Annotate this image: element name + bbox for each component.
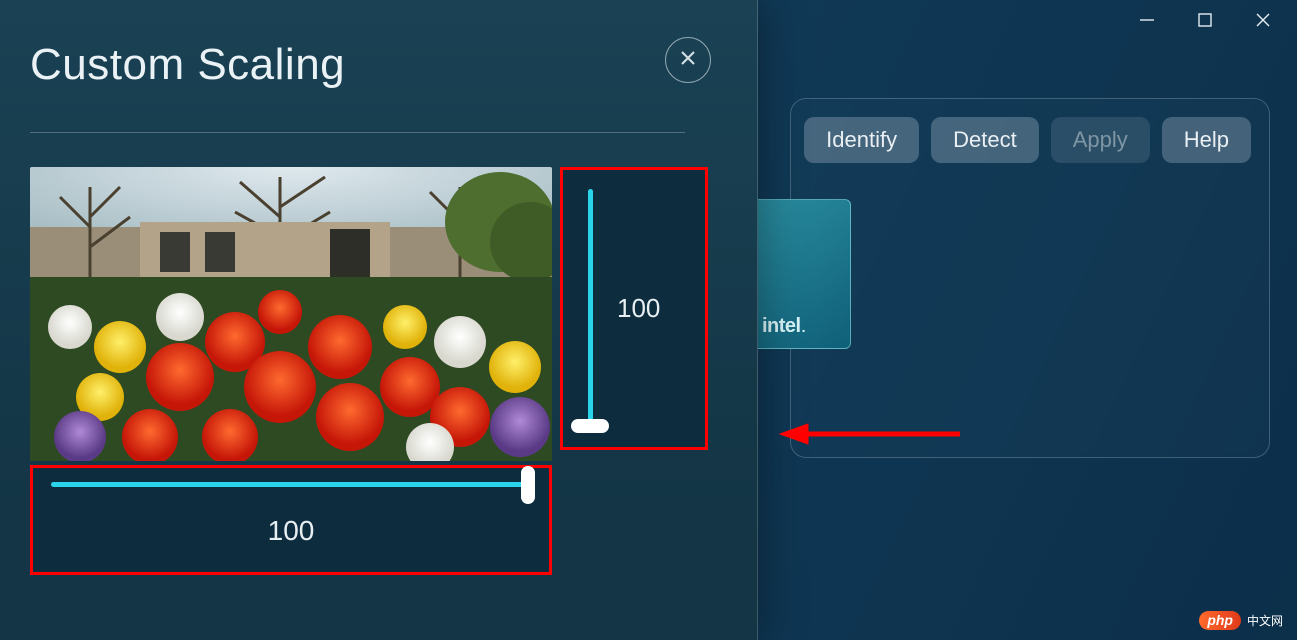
help-button[interactable]: Help <box>1162 117 1251 163</box>
watermark: php 中文网 <box>1199 611 1283 630</box>
vertical-slider[interactable] <box>563 170 617 447</box>
horizontal-scaling-value: 100 <box>268 515 315 547</box>
modal-close-button[interactable] <box>665 37 711 83</box>
custom-scaling-modal: Custom Scaling <box>0 0 758 640</box>
horizontal-slider[interactable] <box>51 482 531 487</box>
horizontal-slider-thumb[interactable] <box>521 466 535 504</box>
toolbar: Identify Detect Apply Help <box>804 117 1251 163</box>
detect-button[interactable]: Detect <box>931 117 1039 163</box>
annotation-arrow-icon <box>780 422 960 446</box>
window-controls <box>1137 0 1297 30</box>
window-close-button[interactable] <box>1253 10 1273 30</box>
scaling-preview-image <box>30 167 552 461</box>
minimize-button[interactable] <box>1137 10 1157 30</box>
watermark-text: 中文网 <box>1247 612 1283 629</box>
watermark-brand: php <box>1199 611 1241 630</box>
modal-header: Custom Scaling <box>30 40 685 133</box>
close-icon <box>679 49 697 72</box>
identify-button[interactable]: Identify <box>804 117 919 163</box>
apply-button: Apply <box>1051 117 1150 163</box>
intel-logo: intel <box>762 315 805 338</box>
display-tile[interactable]: intel <box>751 199 851 349</box>
vertical-scaling-value: 100 <box>617 293 660 324</box>
maximize-button[interactable] <box>1195 10 1215 30</box>
vertical-slider-thumb[interactable] <box>571 419 609 433</box>
vertical-scaling-box: 100 <box>560 167 708 450</box>
horizontal-scaling-box: 100 <box>30 465 552 575</box>
vertical-slider-track <box>588 189 593 429</box>
modal-title: Custom Scaling <box>30 40 345 90</box>
display-settings-panel: Identify Detect Apply Help intel <box>790 98 1270 458</box>
